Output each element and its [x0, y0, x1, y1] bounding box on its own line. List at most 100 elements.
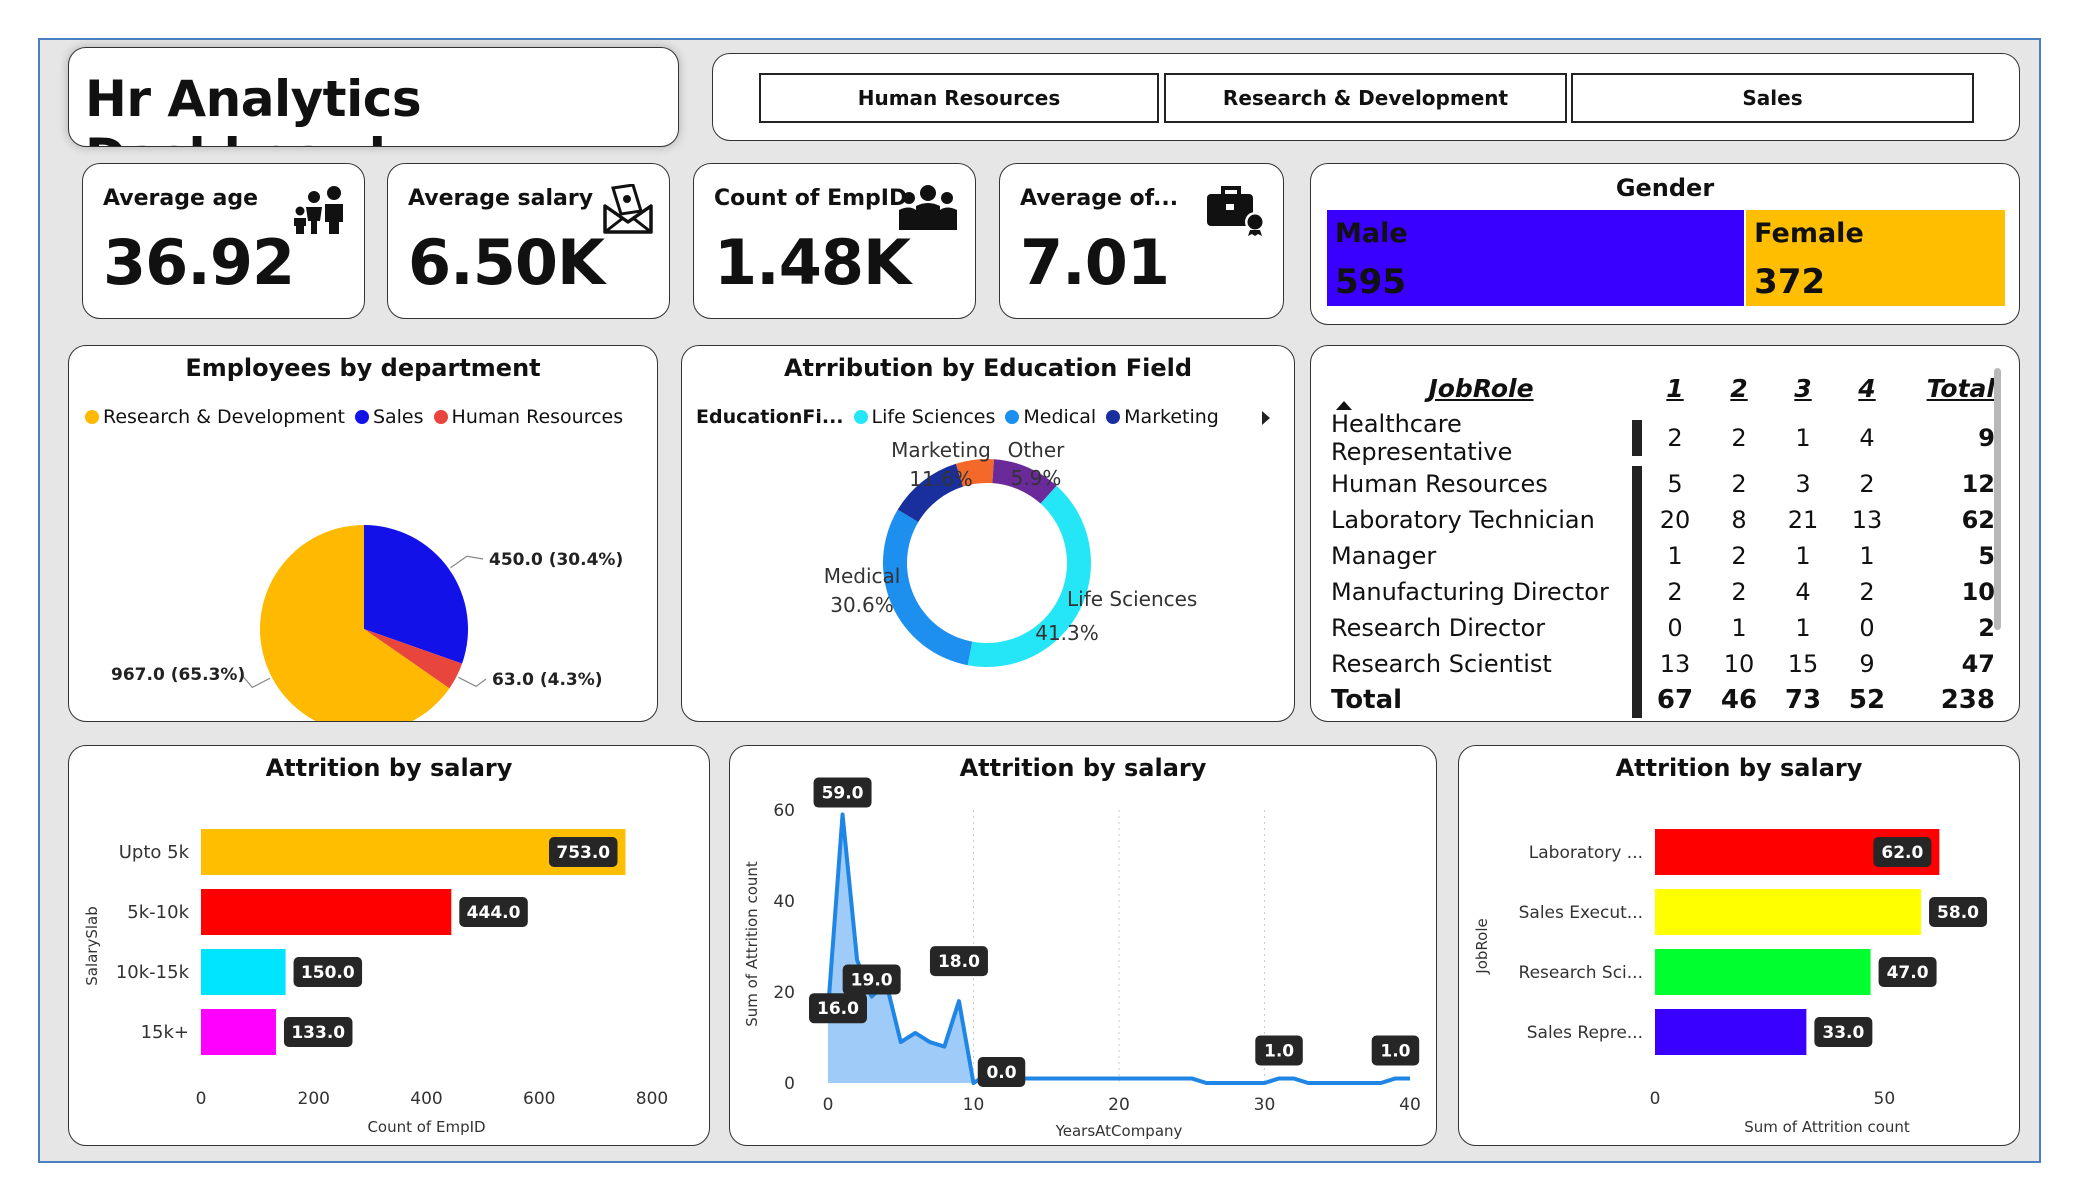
- kpi-average-of: Average of... 7.01: [999, 163, 1284, 319]
- slicer-button-human-resources[interactable]: Human Resources: [759, 73, 1159, 123]
- column-header-2[interactable]: 2: [1707, 366, 1771, 410]
- matrix-row-total: 10: [1961, 578, 1995, 606]
- team-icon: [899, 185, 957, 230]
- matrix-cell: 1: [1667, 542, 1683, 570]
- matrix-row-label: Research Scientist: [1331, 650, 1552, 678]
- bar[interactable]: [201, 889, 452, 935]
- matrix-row-label: Total: [1331, 685, 1403, 715]
- donut-percent-label: 30.6%: [830, 593, 894, 617]
- y-tick-label: 60: [773, 801, 795, 821]
- legend-dot: [1106, 410, 1121, 424]
- salary-slab-bar-chart: Upto 5k 753.0 5k-10k 444.0 10k-15k 150.0 15k+ 1…: [83, 829, 668, 1136]
- slicer-button-research-development[interactable]: Research & Development: [1164, 73, 1567, 123]
- matrix-cell: 21: [1787, 506, 1819, 534]
- x-axis-title: Count of EmpID: [367, 1118, 485, 1136]
- matrix-cell: 2: [1731, 470, 1747, 498]
- legend-label: Marketing: [1124, 406, 1219, 428]
- bar-category-label: Sales Repre...: [1527, 1023, 1643, 1043]
- legend-label: Medical: [1023, 406, 1097, 428]
- matrix-cell: 2: [1731, 578, 1747, 606]
- bar[interactable]: [201, 949, 286, 995]
- matrix-separator: [1631, 502, 1643, 538]
- matrix-cell: 1: [1795, 542, 1811, 570]
- kpi-value: 7.01: [1020, 226, 1170, 299]
- matrix-cell: 9: [1859, 650, 1875, 678]
- bar[interactable]: [201, 1009, 276, 1055]
- matrix-cell: 1: [1795, 614, 1811, 642]
- matrix-row[interactable]: Research Director 0 1 1 0 2: [1331, 610, 1999, 646]
- x-tick-label: 10: [963, 1095, 985, 1115]
- bar-category-label: Upto 5k: [119, 842, 190, 863]
- x-axis-title: YearsAtCompany: [1055, 1122, 1183, 1140]
- x-tick-label: 200: [298, 1089, 330, 1109]
- matrix-cell: 1: [1859, 542, 1875, 570]
- column-header-total[interactable]: Total: [1899, 366, 1999, 410]
- bar-data-label: 150.0: [301, 963, 355, 983]
- years-area-card: Attrition by salary 0 10 20 30 40 0 20 40 60 Year…: [729, 745, 1437, 1146]
- department-pie-title: Employees by department: [185, 354, 541, 382]
- y-axis-title: SalarySlab: [83, 906, 101, 986]
- x-tick-label: 600: [523, 1089, 555, 1109]
- matrix-row-label: Research Director: [1331, 614, 1546, 642]
- matrix-separator: [1631, 610, 1643, 646]
- slicer-button-sales[interactable]: Sales: [1571, 73, 1974, 123]
- matrix-row[interactable]: Manager 1 2 1 1 5: [1331, 538, 1999, 574]
- column-header-1[interactable]: 1: [1643, 366, 1707, 410]
- matrix-separator: [1631, 682, 1643, 718]
- matrix-row-total: 238: [1940, 685, 1995, 715]
- matrix-cell: 10: [1723, 650, 1755, 678]
- matrix-cell: 73: [1784, 685, 1822, 715]
- kpi-value: 36.92: [103, 226, 295, 299]
- area-data-label: 18.0: [938, 952, 980, 972]
- matrix-scrollbar[interactable]: [1994, 368, 2001, 630]
- bar[interactable]: [1655, 1009, 1807, 1055]
- gender-male-bar[interactable]: Male 595: [1327, 210, 1745, 306]
- matrix-row[interactable]: Manufacturing Director 2 2 4 2 10: [1331, 574, 1999, 610]
- bar[interactable]: [1655, 949, 1871, 995]
- matrix-cell: 2: [1859, 578, 1875, 606]
- matrix-cell: 67: [1656, 685, 1694, 715]
- matrix-cell: 8: [1731, 506, 1747, 534]
- matrix-row[interactable]: Healthcare Representative 2 2 1 4 9: [1331, 410, 1999, 466]
- kpi-label: Count of EmpID: [714, 186, 908, 211]
- jobrole-bar-card: Attrition by salary Laboratory ... 62.0 Sa…: [1458, 745, 2020, 1146]
- department-slicer: Human Resources Research & Development S…: [712, 53, 2020, 141]
- education-donut-title: Atrribution by Education Field: [783, 354, 1193, 382]
- matrix-cell: 46: [1720, 685, 1758, 715]
- matrix-row-total: 62: [1961, 506, 1995, 534]
- donut-category-label: Medical: [824, 564, 901, 588]
- matrix-row[interactable]: Human Resources 5 2 3 2 12: [1331, 466, 1999, 502]
- matrix-separator: [1631, 574, 1643, 610]
- x-tick-label: 50: [1874, 1089, 1896, 1109]
- matrix-row-label: Healthcare Representative: [1331, 410, 1513, 466]
- matrix-row[interactable]: Research Scientist 13 10 15 9 47: [1331, 646, 1999, 682]
- matrix-cell: 20: [1659, 506, 1691, 534]
- bar[interactable]: [1655, 889, 1922, 935]
- gender-male-value: 595: [1335, 262, 1406, 302]
- pie-data-label: 967.0 (65.3%): [111, 665, 245, 685]
- column-header-4[interactable]: 4: [1835, 366, 1899, 410]
- gender-female-bar[interactable]: Female 372: [1746, 210, 2005, 306]
- column-header-jobrole[interactable]: JobRole: [1331, 366, 1631, 410]
- column-header-3[interactable]: 3: [1771, 366, 1835, 410]
- pie-data-label: 450.0 (30.4%): [489, 550, 623, 570]
- x-tick-label: 40: [1399, 1095, 1421, 1115]
- x-tick-label: 0: [1650, 1089, 1661, 1109]
- pie-leader-line: [240, 673, 271, 689]
- pie-leader-line: [458, 676, 487, 688]
- x-tick-label: 20: [1108, 1095, 1130, 1115]
- salary-slab-bar-card: Attrition by salary Upto 5k 753.0 5k-10k 44…: [68, 745, 710, 1146]
- x-axis-title: Sum of Attrition count: [1744, 1118, 1910, 1136]
- area-data-label: 1.0: [1380, 1041, 1410, 1061]
- matrix-cell: 2: [1731, 542, 1747, 570]
- area-data-label: 0.0: [986, 1063, 1016, 1083]
- matrix-total-row[interactable]: Total 67 46 73 52 238: [1331, 682, 1999, 718]
- years-area-chart: 0 10 20 30 40 0 20 40 60 YearsAtCompany Sum of Att…: [743, 777, 1421, 1140]
- y-tick-label: 40: [773, 892, 795, 912]
- legend-next-icon[interactable]: [1259, 409, 1273, 427]
- matrix-row[interactable]: Laboratory Technician 20 8 21 13 62: [1331, 502, 1999, 538]
- legend-label: Life Sciences: [871, 406, 996, 428]
- bar-category-label: Research Sci...: [1519, 963, 1643, 983]
- matrix-cell: 13: [1659, 650, 1691, 678]
- pie-data-label: 63.0 (4.3%): [492, 670, 603, 690]
